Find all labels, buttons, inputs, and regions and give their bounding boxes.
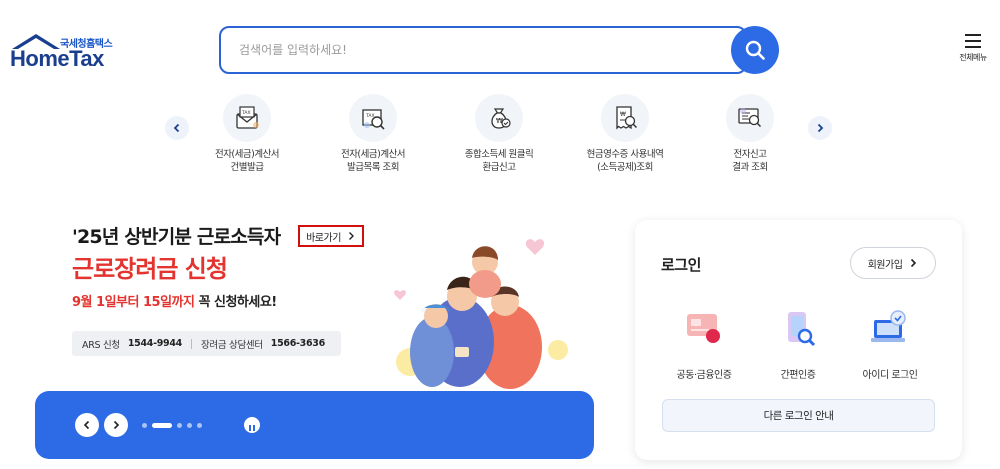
divider — [190, 338, 192, 349]
certificate-card-icon — [687, 314, 720, 343]
search-box — [219, 26, 747, 74]
slider-dots — [142, 423, 207, 428]
banner-period: 9월 1일부터 15일까지 꼭 신청하세요! — [72, 291, 277, 310]
slider-dot[interactable] — [197, 423, 202, 428]
banner-period-rest: 꼭 신청하세요! — [194, 295, 277, 310]
login-panel: 로그인 회원가입 공동·금융인증 간편인증 아이디 로그인 다른 로그인 안내 — [635, 220, 962, 460]
certificate-login-option[interactable]: 공동·금융인증 — [656, 306, 752, 381]
tax-invoice-search-icon: TAX — [349, 94, 397, 142]
center-number: 1566-3636 — [270, 338, 325, 349]
banner-go-button[interactable]: 바로가기 — [298, 225, 364, 247]
ars-label: ARS 신청 — [82, 339, 120, 351]
quick-menu-line1: 전자(세금)계산서 — [340, 149, 406, 160]
quick-menu-item-invoice-issue[interactable]: TAX 전자(세금)계산서건별발급 — [192, 94, 302, 174]
certificate-login-label: 공동·금융인증 — [676, 370, 732, 381]
search-input[interactable] — [239, 39, 719, 61]
svg-text:TAX: TAX — [241, 110, 251, 116]
banner-headline: '25년 상반기분 근로소득자 — [72, 226, 281, 248]
slider-dot[interactable] — [177, 423, 182, 428]
slider-dot[interactable] — [187, 423, 192, 428]
id-login-laptop-icon — [871, 310, 906, 342]
simple-auth-login-label: 간편인증 — [780, 370, 816, 381]
quick-menu-line1: 현금영수증 사용내역 — [586, 149, 664, 160]
ars-number: 1544-9944 — [127, 338, 182, 349]
chevron-right-icon — [911, 258, 917, 268]
slider-dot[interactable] — [142, 423, 147, 428]
quick-menu-line2: 건별발급 — [230, 162, 264, 173]
chevron-right-icon — [817, 123, 824, 133]
pause-icon — [248, 416, 256, 435]
banner-contact-info: ARS 신청 1544-9944 장려금 상담센터 1566-3636 — [72, 331, 341, 356]
slider-pause-button[interactable] — [244, 417, 260, 433]
hometax-logo[interactable]: 국세청홈택스 HomeTax — [8, 32, 120, 72]
slider-next-button[interactable] — [104, 413, 128, 437]
center-label: 장려금 상담센터 — [200, 339, 263, 351]
quick-menu-next-button[interactable] — [808, 116, 832, 140]
quick-menu-line2: (소득공제)조회 — [597, 162, 653, 173]
receipt-search-icon: ₩ — [601, 94, 649, 142]
search-icon — [745, 40, 765, 60]
chevron-left-icon — [83, 420, 90, 430]
search-button[interactable] — [731, 26, 779, 74]
quick-menu-item-cash-receipt[interactable]: ₩ 현금영수증 사용내역 (소득공제)조회 — [570, 94, 680, 174]
id-login-label: 아이디 로그인 — [862, 370, 918, 381]
chevron-left-icon — [173, 123, 180, 133]
full-menu-button[interactable]: 전체메뉴 — [952, 34, 994, 70]
quick-menu-item-income-tax-refund[interactable]: ₩ 종합소득세 원클릭환급신고 — [444, 94, 554, 174]
banner-period-dates: 9월 1일부터 15일까지 — [72, 295, 195, 310]
hamburger-icon — [952, 34, 994, 48]
quick-menu-line2: 결과 조회 — [732, 162, 768, 173]
quick-menu-line2: 발급목록 조회 — [347, 162, 399, 173]
quick-menu-item-invoice-list[interactable]: TAX 전자(세금)계산서발급목록 조회 — [318, 94, 428, 174]
money-bag-refund-icon: ₩ — [475, 94, 523, 142]
tax-invoice-envelope-icon: TAX — [223, 94, 271, 142]
quick-menu-line1: 전자(세금)계산서 — [214, 149, 280, 160]
banner-go-label: 바로가기 — [306, 232, 341, 244]
family-illustration — [394, 239, 568, 389]
slider-prev-button[interactable] — [75, 413, 99, 437]
mobile-auth-icon — [788, 312, 816, 347]
svg-text:₩: ₩ — [620, 111, 626, 118]
slider-dot-active[interactable] — [152, 423, 172, 428]
id-login-option[interactable]: 아이디 로그인 — [842, 306, 938, 381]
login-title: 로그인 — [661, 256, 701, 274]
quick-menu-prev-button[interactable] — [165, 116, 189, 140]
signup-label: 회원가입 — [867, 259, 903, 271]
e-filing-result-icon — [726, 94, 774, 142]
quick-menu-line1: 종합소득세 원클릭 — [464, 149, 534, 160]
banner-title: 근로장려금 신청 — [72, 255, 228, 283]
other-login-guide-label: 다른 로그인 안내 — [763, 410, 834, 422]
quick-menu-item-e-filing-result[interactable]: 전자신고결과 조회 — [695, 94, 805, 174]
chevron-right-icon — [348, 232, 354, 240]
simple-auth-login-option[interactable]: 간편인증 — [750, 306, 846, 381]
other-login-guide-button[interactable]: 다른 로그인 안내 — [662, 399, 935, 432]
full-menu-label: 전체메뉴 — [959, 53, 987, 62]
quick-menu-line1: 전자신고 — [733, 149, 767, 160]
logo-title: HomeTax — [10, 46, 104, 71]
banner-slider-bar — [35, 391, 594, 459]
signup-button[interactable]: 회원가입 — [850, 247, 936, 279]
chevron-right-icon — [113, 420, 120, 430]
quick-menu-line2: 환급신고 — [482, 162, 516, 173]
